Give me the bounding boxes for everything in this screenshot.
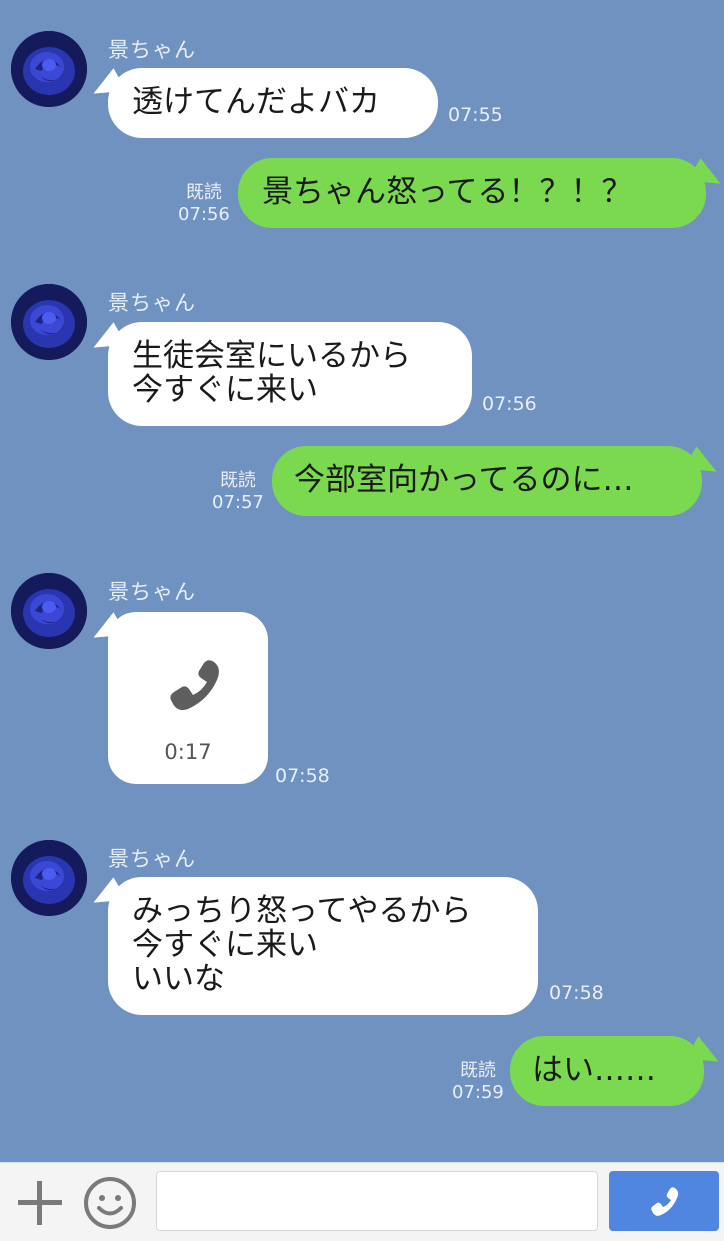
sender-name: 景ちゃん: [108, 38, 196, 62]
message-time: 07:56: [178, 204, 230, 225]
read-receipt: 既読 07:56: [178, 182, 230, 226]
contact-avatar[interactable]: [11, 840, 87, 916]
outgoing-message-bubble[interactable]: はい……: [510, 1036, 704, 1106]
input-bar: [0, 1162, 724, 1241]
sender-name: 景ちゃん: [108, 847, 196, 871]
message-time: 07:58: [549, 982, 604, 1004]
message-time: 07:59: [452, 1082, 504, 1103]
blue-rose-icon: [11, 284, 87, 360]
read-label: 既読: [459, 1060, 496, 1081]
call-button[interactable]: [609, 1171, 719, 1231]
contact-avatar[interactable]: [11, 31, 87, 107]
message-time: 07:57: [212, 492, 264, 513]
contact-avatar[interactable]: [11, 573, 87, 649]
message-input[interactable]: [156, 1171, 598, 1231]
phone-icon: [651, 1187, 679, 1216]
smiley-icon[interactable]: [82, 1175, 138, 1231]
message-time: 07:55: [448, 104, 503, 126]
read-label: 既読: [185, 182, 222, 203]
sender-name: 景ちゃん: [108, 291, 196, 315]
blue-rose-icon: [11, 840, 87, 916]
outgoing-message-bubble[interactable]: 景ちゃん怒ってる！？！？: [238, 158, 706, 228]
outgoing-message-bubble[interactable]: 今部室向かってるのに…: [272, 446, 702, 516]
call-duration: 0:17: [164, 740, 212, 764]
blue-rose-icon: [11, 31, 87, 107]
call-history-bubble[interactable]: 0:17: [108, 612, 268, 784]
blue-rose-icon: [11, 573, 87, 649]
incoming-message-bubble[interactable]: 透けてんだよバカ: [108, 68, 438, 138]
incoming-message-bubble[interactable]: みっちり怒ってやるから 今すぐに来い いいな: [108, 877, 538, 1015]
sender-name: 景ちゃん: [108, 580, 196, 604]
chat-area: 景ちゃん 透けてんだよバカ 07:55 既読 07:56 景ちゃん怒ってる！？！…: [0, 0, 724, 1162]
read-receipt: 既読 07:57: [212, 470, 264, 514]
read-label: 既読: [219, 470, 256, 491]
contact-avatar[interactable]: [11, 284, 87, 360]
message-time: 07:58: [275, 765, 330, 787]
message-time: 07:56: [482, 393, 537, 415]
read-receipt: 既読 07:59: [452, 1060, 504, 1104]
incoming-message-bubble[interactable]: 生徒会室にいるから 今すぐに来い: [108, 322, 472, 426]
plus-icon[interactable]: [14, 1177, 66, 1229]
phone-icon: [170, 660, 219, 711]
